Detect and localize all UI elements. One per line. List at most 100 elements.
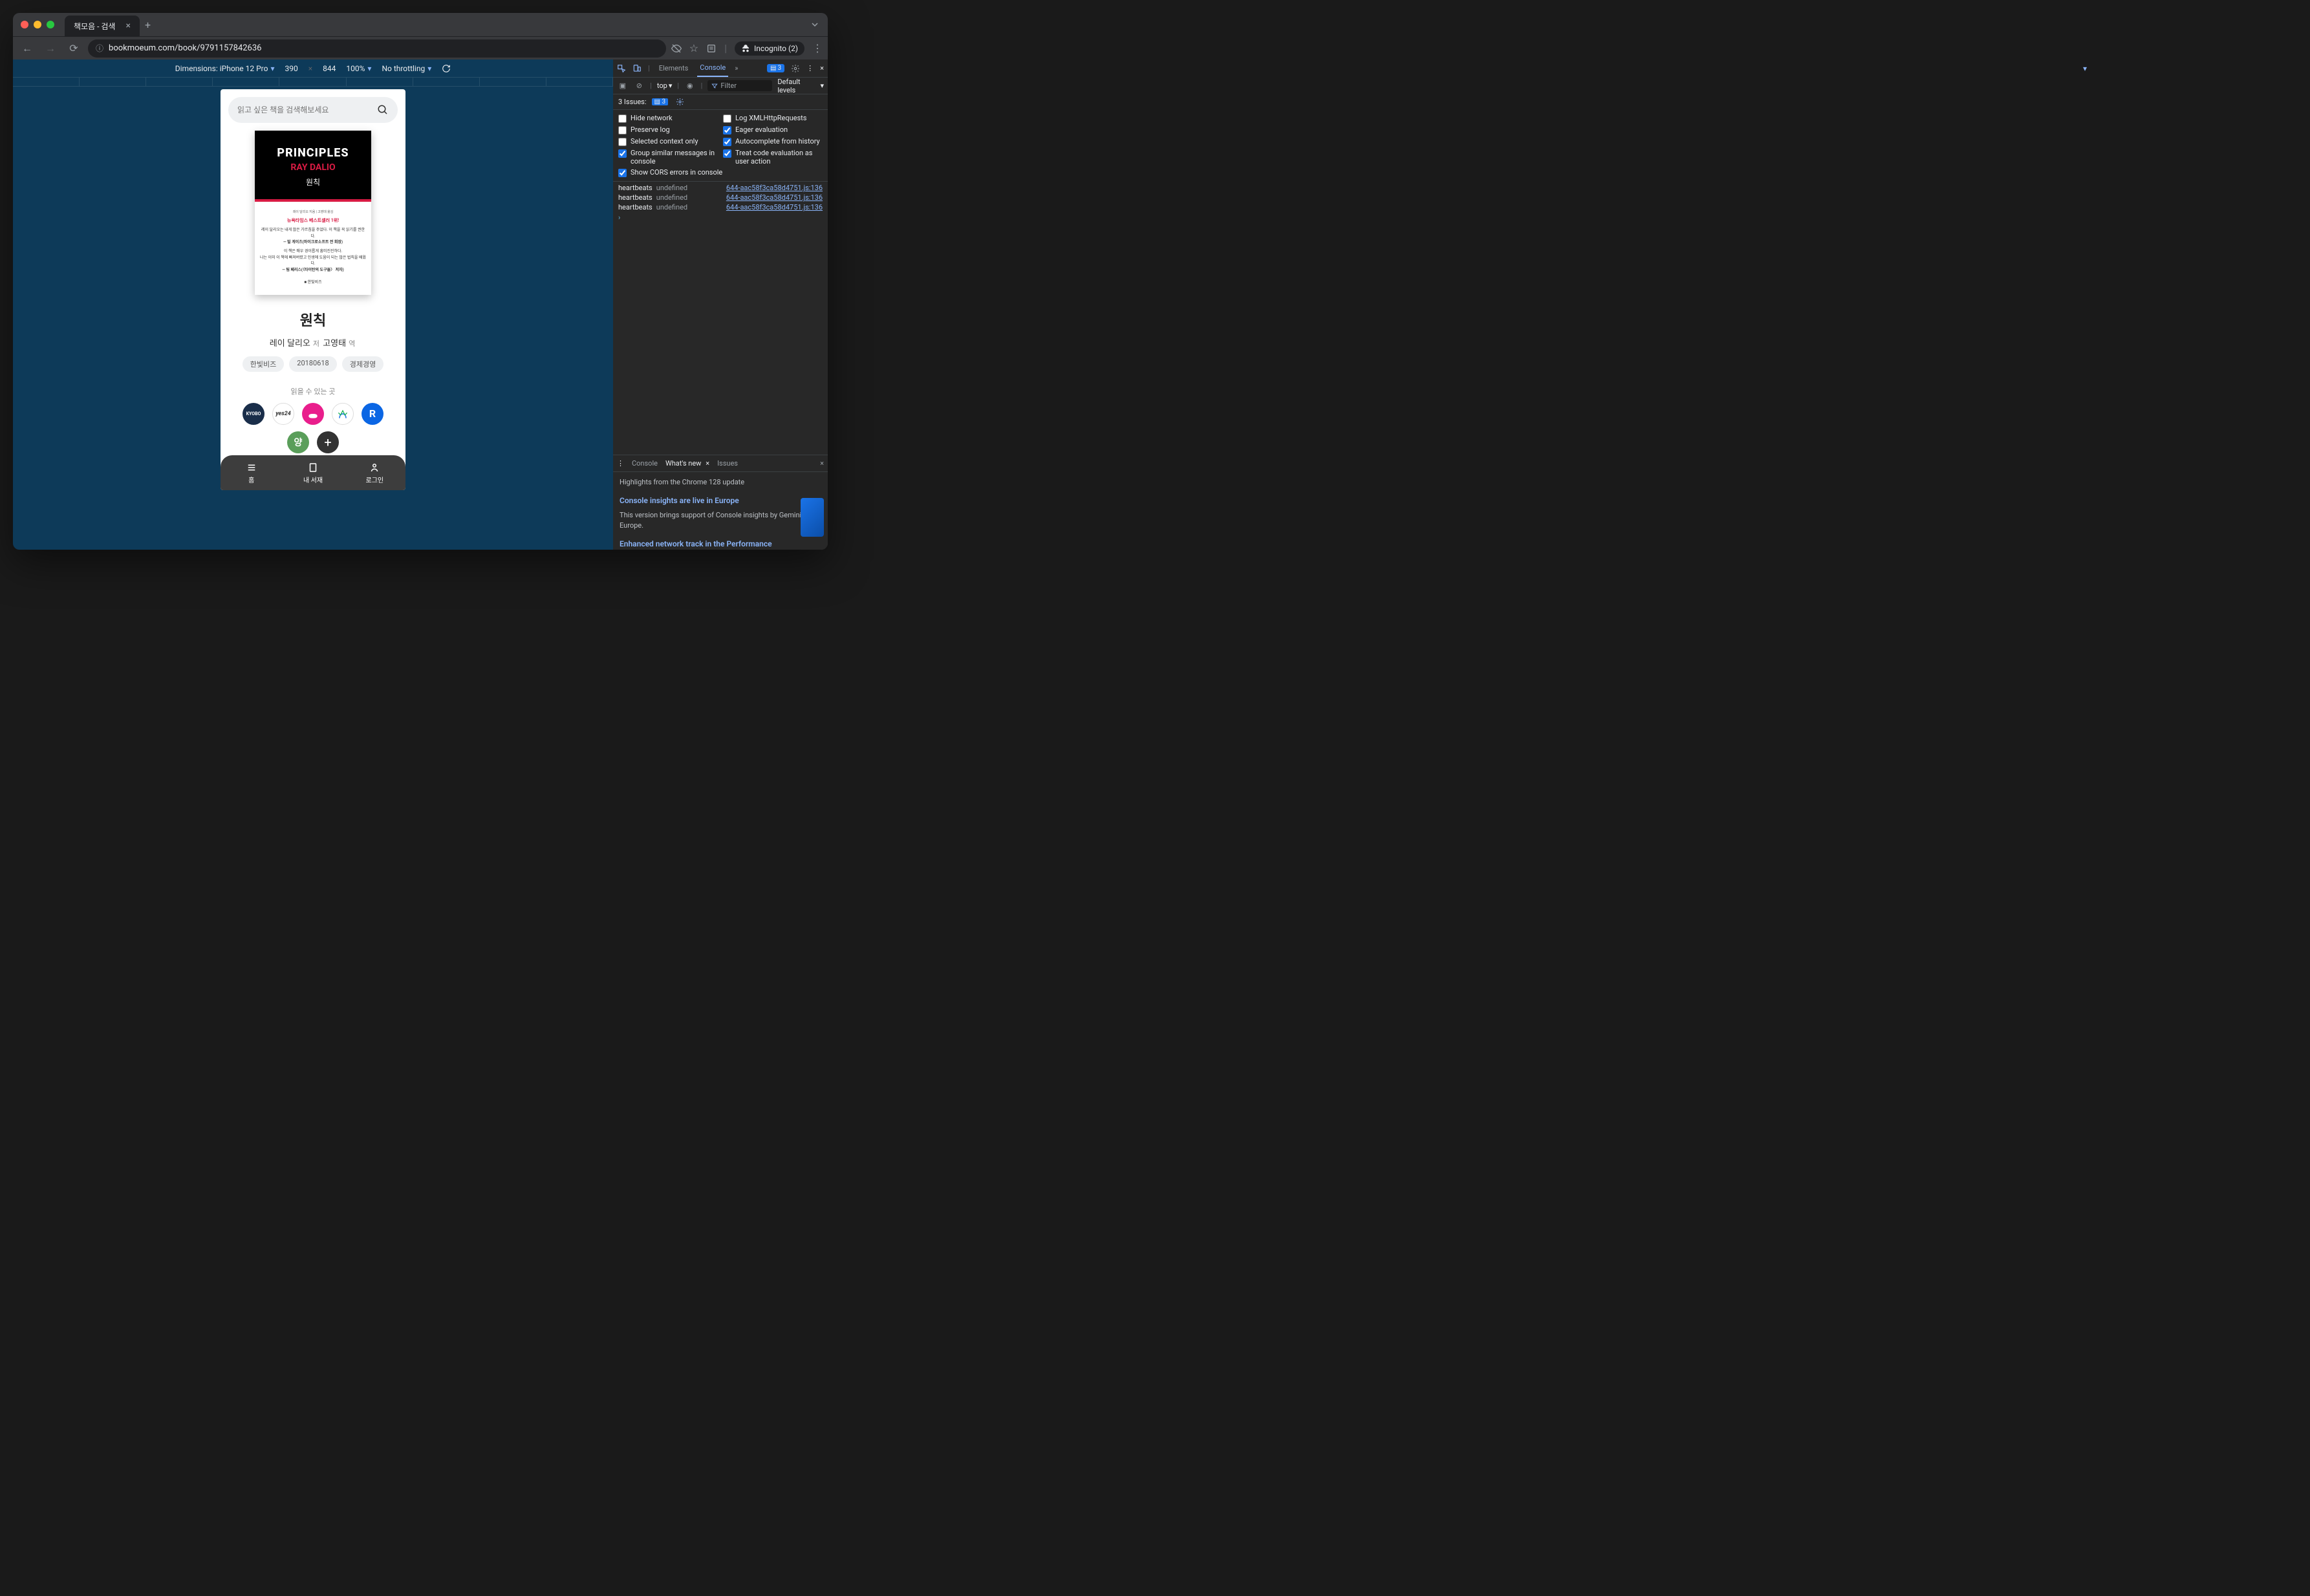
log-levels-select[interactable]: Default levels ▾ (777, 78, 824, 94)
tab-console[interactable]: Console (697, 59, 728, 77)
search-input[interactable] (237, 105, 377, 114)
search-icon[interactable] (377, 104, 389, 116)
issues-label: 3 Issues: (618, 98, 647, 106)
rotate-icon[interactable] (442, 64, 451, 73)
device-width[interactable]: 390 (285, 64, 298, 73)
site-info-icon[interactable]: ⓘ (96, 43, 103, 54)
log-line[interactable]: heartbeatsundefined644-aac58f3ca58d4751.… (613, 202, 828, 212)
log-line[interactable]: heartbeatsundefined644-aac58f3ca58d4751.… (613, 183, 828, 193)
store-extra[interactable]: 양 (287, 431, 309, 453)
whatsnew-highlight: Highlights from the Chrome 128 update (620, 477, 821, 488)
close-window-button[interactable] (21, 21, 28, 28)
context-select[interactable]: top ▾ (657, 81, 672, 90)
new-tab-button[interactable]: + (145, 19, 151, 31)
drawer-tab-issues[interactable]: Issues (717, 459, 738, 468)
device-select[interactable]: Dimensions: iPhone 12 Pro ▾ (175, 64, 275, 73)
live-expression-icon[interactable]: ◉ (684, 81, 696, 90)
console-settings-checks: Hide network Log XMLHttpRequests Preserv… (613, 110, 828, 182)
whatsnew-heading: Console insights are live in Europe (620, 495, 821, 506)
incognito-indicator[interactable]: Incognito (2) (735, 41, 804, 56)
zoom-select[interactable]: 100% ▾ (346, 64, 371, 73)
browser-tab[interactable]: 책모음 - 검색 × (65, 16, 140, 36)
tabs-dropdown-button[interactable] (810, 19, 820, 30)
back-button[interactable]: ← (18, 39, 36, 58)
chk-autocomplete[interactable]: Autocomplete from history (723, 137, 823, 146)
issues-count-badge[interactable]: ▤ 3 (652, 98, 669, 105)
close-devtools-button[interactable]: × (820, 64, 824, 72)
issues-badge[interactable]: ▤ 3 (767, 64, 784, 72)
drawer-tab-whatsnew[interactable]: What's new × (665, 459, 709, 468)
chk-eager[interactable]: Eager evaluation (723, 125, 823, 135)
close-icon[interactable]: × (706, 459, 709, 468)
chk-cors[interactable]: Show CORS errors in console (618, 168, 823, 177)
drawer-menu-button[interactable]: ⋮ (617, 459, 624, 468)
more-tabs-button[interactable]: » (735, 64, 738, 72)
nav-login[interactable]: 로그인 (344, 455, 405, 490)
settings-icon[interactable] (791, 64, 800, 73)
cover-subtitle: 원칙 (263, 177, 363, 188)
whatsnew-heading: Enhanced network track in the Performanc… (620, 538, 821, 550)
console-prompt[interactable]: › (613, 212, 828, 223)
store-kyobo[interactable]: KYOBO (243, 403, 264, 425)
minimize-window-button[interactable] (34, 21, 41, 28)
chk-log-xhr[interactable]: Log XMLHttpRequests (723, 114, 823, 123)
device-height[interactable]: 844 (323, 64, 336, 73)
clear-console-icon[interactable]: ⊘ (634, 81, 645, 90)
nav-library[interactable]: 내 서재 (282, 455, 343, 490)
store-yes24[interactable]: yes24 (272, 403, 294, 425)
devtools-menu-button[interactable]: ⋮ (806, 64, 814, 72)
tag[interactable]: 20180618 (289, 356, 336, 372)
reading-list-icon[interactable] (706, 43, 717, 54)
store-naver[interactable] (332, 403, 354, 425)
traffic-lights (21, 21, 54, 28)
drawer-tab-console[interactable]: Console (632, 459, 658, 468)
tag[interactable]: 한빛비즈 (243, 356, 284, 372)
device-toggle-icon[interactable] (632, 64, 642, 73)
devtools-drawer: ⋮ Console What's new × Issues × Highligh… (613, 455, 828, 550)
chk-preserve[interactable]: Preserve log (618, 125, 718, 135)
whatsnew-body: This version brings support of Console i… (620, 510, 821, 532)
tab-title: 책모음 - 검색 (74, 21, 115, 32)
add-store-button[interactable]: + (317, 431, 339, 453)
forward-button[interactable]: → (41, 39, 59, 58)
search-box[interactable] (228, 97, 398, 123)
book-cover: PRINCIPLES RAY DALIO 원칙 레이 달리오 지음 | 고영태 … (255, 131, 371, 295)
chk-treat-eval[interactable]: Treat code evaluation as user action (723, 149, 823, 166)
device-toolbar: Dimensions: iPhone 12 Pro ▾ 390 × 844 10… (13, 59, 613, 78)
ruler (13, 78, 613, 87)
emulated-device-frame: PRINCIPLES RAY DALIO 원칙 레이 달리오 지음 | 고영태 … (221, 89, 405, 490)
url-text: bookmoeum.com/book/9791157842636 (109, 43, 261, 53)
throttling-select[interactable]: No throttling ▾ (382, 64, 431, 73)
cover-author: RAY DALIO (263, 162, 363, 173)
sidebar-toggle-icon[interactable]: ▣ (617, 81, 629, 90)
url-bar: ← → ⟳ ⓘ bookmoeum.com/book/9791157842636… (13, 36, 828, 59)
store-aladin[interactable] (302, 403, 324, 425)
eye-off-icon[interactable] (671, 43, 682, 54)
chk-hide-network[interactable]: Hide network (618, 114, 718, 123)
filter-input[interactable]: Filter (707, 80, 772, 91)
maximize-window-button[interactable] (47, 21, 54, 28)
address-bar[interactable]: ⓘ bookmoeum.com/book/9791157842636 (88, 39, 666, 58)
cover-title: PRINCIPLES (263, 146, 363, 160)
store-ridi[interactable]: R (362, 403, 383, 425)
browser-menu-button[interactable]: ⋮ (812, 42, 823, 54)
bottom-nav: 홈 내 서재 로그인 (221, 455, 405, 490)
close-drawer-button[interactable]: × (820, 459, 824, 468)
log-line[interactable]: heartbeatsundefined644-aac58f3ca58d4751.… (613, 193, 828, 202)
book-tags: 한빛비즈 20180618 경제경영 (243, 356, 383, 372)
read-at-label: 읽을 수 있는 곳 (291, 386, 336, 396)
book-title: 원칙 (300, 309, 326, 330)
reload-button[interactable]: ⟳ (65, 39, 83, 58)
tab-elements[interactable]: Elements (656, 60, 691, 76)
book-credits: 레이 달리오저 고영태역 (270, 336, 356, 349)
chk-selected-ctx[interactable]: Selected context only (618, 137, 718, 146)
console-settings-icon[interactable] (676, 98, 684, 106)
nav-home[interactable]: 홈 (221, 455, 282, 490)
incognito-label: Incognito (2) (754, 44, 798, 53)
bookmark-icon[interactable]: ☆ (689, 42, 698, 54)
inspect-icon[interactable] (617, 64, 626, 73)
tag[interactable]: 경제경영 (342, 356, 383, 372)
close-tab-button[interactable]: × (125, 21, 130, 31)
chk-group[interactable]: Group similar messages in console (618, 149, 718, 166)
console-log: heartbeatsundefined644-aac58f3ca58d4751.… (613, 182, 828, 455)
